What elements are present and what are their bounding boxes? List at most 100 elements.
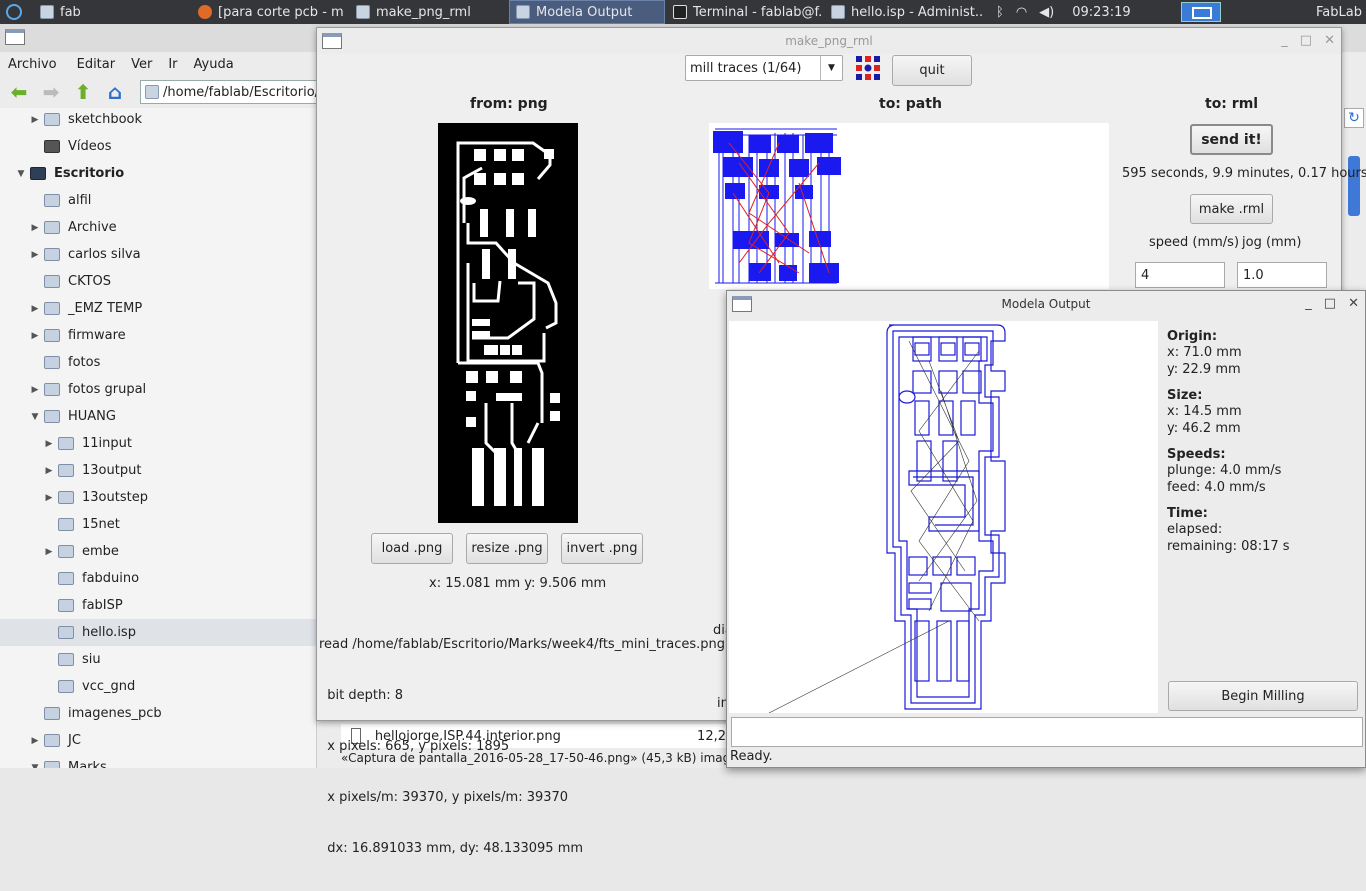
folder-icon — [44, 302, 60, 315]
folder-icon — [58, 572, 74, 585]
send-it-button[interactable]: send it! — [1190, 124, 1273, 155]
modela-output-window: Modela Output _ □ ✕ Origin: x: 71.0 mm y… — [726, 290, 1366, 768]
folder-tree-item[interactable]: 15net — [0, 511, 316, 538]
begin-milling-button[interactable]: Begin Milling — [1168, 681, 1358, 711]
wifi-icon[interactable]: ◠ — [1016, 5, 1027, 20]
user-name[interactable]: FabLab — [1316, 0, 1362, 24]
maximize-icon[interactable]: □ — [1324, 291, 1336, 317]
folder-tree-item[interactable]: ▶ _EMZ TEMP — [0, 295, 316, 322]
task-fab[interactable]: fab — [34, 0, 189, 24]
folder-tree-item[interactable]: Vídeos — [0, 133, 316, 160]
modela-output-titlebar[interactable]: Modela Output _ □ ✕ — [727, 291, 1365, 317]
folder-icon — [58, 680, 74, 693]
folder-tree-label: hello.isp — [82, 625, 136, 640]
chevron-down-icon[interactable]: ▼ — [16, 169, 26, 179]
folder-tree-item[interactable]: ▼ Marks — [0, 754, 316, 769]
folder-tree-item[interactable]: ▶ 13outstep — [0, 484, 316, 511]
folder-tree-label: alfil — [68, 193, 92, 208]
folder-tree-item[interactable]: ▶ 11input — [0, 430, 316, 457]
chevron-right-icon[interactable]: ▶ — [30, 250, 40, 260]
origin-header: Origin: — [1167, 329, 1218, 344]
clock[interactable]: 09:23:19 — [1072, 5, 1130, 20]
menu-ver[interactable]: Ver — [123, 57, 160, 72]
forward-arrow-icon[interactable]: ➡ — [38, 80, 64, 104]
task-make-png-rml[interactable]: make_png_rml — [350, 0, 505, 24]
folder-tree-item[interactable]: ▶ carlos silva — [0, 241, 316, 268]
menu-editar[interactable]: Editar — [69, 57, 124, 72]
chevron-down-icon[interactable]: ▼ — [30, 763, 40, 769]
cursor-coordinates: x: 15.081 mm y: 9.506 mm — [429, 576, 607, 591]
chevron-right-icon[interactable]: ▶ — [44, 439, 54, 449]
menu-ir[interactable]: Ir — [160, 57, 185, 72]
chevron-right-icon[interactable]: ▶ — [30, 385, 40, 395]
folder-tree-item[interactable]: CKTOS — [0, 268, 316, 295]
chevron-right-icon[interactable]: ▶ — [30, 115, 40, 125]
folder-tree-item[interactable]: ▶ 13output — [0, 457, 316, 484]
task-terminal[interactable]: Terminal - fablab@f... — [667, 0, 822, 24]
folder-tree-item[interactable]: fabduino — [0, 565, 316, 592]
folder-tree-item[interactable]: ▶ fotos grupal — [0, 376, 316, 403]
invert-png-button[interactable]: invert .png — [561, 533, 643, 564]
folder-tree-item[interactable]: ▼ Escritorio — [0, 160, 316, 187]
home-icon[interactable]: ⌂ — [102, 80, 128, 104]
workspace-switcher[interactable] — [1181, 2, 1221, 22]
chevron-down-icon[interactable]: ▼ — [30, 412, 40, 422]
chevron-right-icon[interactable]: ▶ — [30, 736, 40, 746]
folder-tree-label: 13output — [82, 463, 142, 478]
chevron-right-icon[interactable]: ▶ — [44, 493, 54, 503]
task-firefox[interactable]: [para corte pcb - m... — [192, 0, 344, 24]
task-modela-output[interactable]: Modela Output — [509, 0, 665, 24]
folder-tree-item[interactable]: siu — [0, 646, 316, 673]
process-select[interactable]: mill traces (1/64) ▼ — [685, 55, 843, 81]
minimize-icon[interactable]: _ — [1281, 28, 1288, 54]
folder-tree-label: imagenes_pcb — [68, 706, 162, 721]
folder-tree-item[interactable]: vcc_gnd — [0, 673, 316, 700]
chevron-right-icon[interactable]: ▶ — [30, 223, 40, 233]
jog-label: jog (mm) — [1242, 235, 1302, 250]
folder-tree-item[interactable]: imagenes_pcb — [0, 700, 316, 727]
jog-input[interactable]: 1.0 — [1237, 262, 1327, 288]
minimize-icon[interactable]: _ — [1305, 291, 1312, 317]
folder-tree-item[interactable]: alfil — [0, 187, 316, 214]
refresh-icon[interactable]: ↻ — [1344, 108, 1364, 128]
window-icon — [516, 5, 530, 19]
close-icon[interactable]: ✕ — [1348, 291, 1359, 317]
folder-tree-item[interactable]: ▼ HUANG — [0, 403, 316, 430]
folder-tree-item[interactable]: fabISP — [0, 592, 316, 619]
folder-tree-label: Vídeos — [68, 139, 112, 154]
menu-ayuda[interactable]: Ayuda — [186, 57, 242, 72]
up-arrow-icon[interactable]: ⬆ — [70, 80, 96, 104]
time-header: Time: — [1167, 506, 1208, 521]
maximize-icon[interactable]: □ — [1300, 28, 1312, 54]
firefox-icon — [198, 5, 212, 19]
folder-tree-item[interactable]: ▶ embe — [0, 538, 316, 565]
folder-tree-label: fotos — [68, 355, 101, 370]
toolpath-canvas[interactable] — [729, 321, 1158, 714]
chevron-right-icon[interactable]: ▶ — [30, 304, 40, 314]
folder-tree-item[interactable]: ▶ JC — [0, 727, 316, 754]
task-hello-isp[interactable]: hello.isp - Administ... — [825, 0, 983, 24]
location-bar[interactable]: /home/fablab/Escritorio/H — [140, 80, 320, 104]
chevron-right-icon[interactable]: ▶ — [30, 331, 40, 341]
bluetooth-icon[interactable]: ᛒ — [996, 5, 1004, 20]
folder-tree-item[interactable]: ▶ sketchbook — [0, 108, 316, 133]
scrollbar-thumb[interactable] — [1348, 156, 1360, 216]
quit-button[interactable]: quit — [892, 55, 972, 86]
menu-archivo[interactable]: Archivo — [0, 57, 65, 72]
resize-png-button[interactable]: resize .png — [466, 533, 548, 564]
folder-tree-item[interactable]: ▶ firmware — [0, 322, 316, 349]
make-rml-button[interactable]: make .rml — [1190, 194, 1273, 224]
make-png-rml-titlebar[interactable]: make_png_rml _ □ ✕ — [317, 28, 1341, 54]
speed-input[interactable]: 4 — [1135, 262, 1225, 288]
folder-tree-item[interactable]: hello.isp — [0, 619, 316, 646]
app-menu-button[interactable] — [0, 0, 30, 24]
load-png-button[interactable]: load .png — [371, 533, 453, 564]
chevron-right-icon[interactable]: ▶ — [44, 466, 54, 476]
volume-icon[interactable]: ◀) — [1039, 5, 1054, 20]
close-icon[interactable]: ✕ — [1324, 28, 1335, 54]
output-log[interactable] — [731, 717, 1363, 747]
chevron-right-icon[interactable]: ▶ — [44, 547, 54, 557]
folder-tree-item[interactable]: fotos — [0, 349, 316, 376]
back-arrow-icon[interactable]: ⬅ — [6, 80, 32, 104]
folder-tree-item[interactable]: ▶ Archive — [0, 214, 316, 241]
